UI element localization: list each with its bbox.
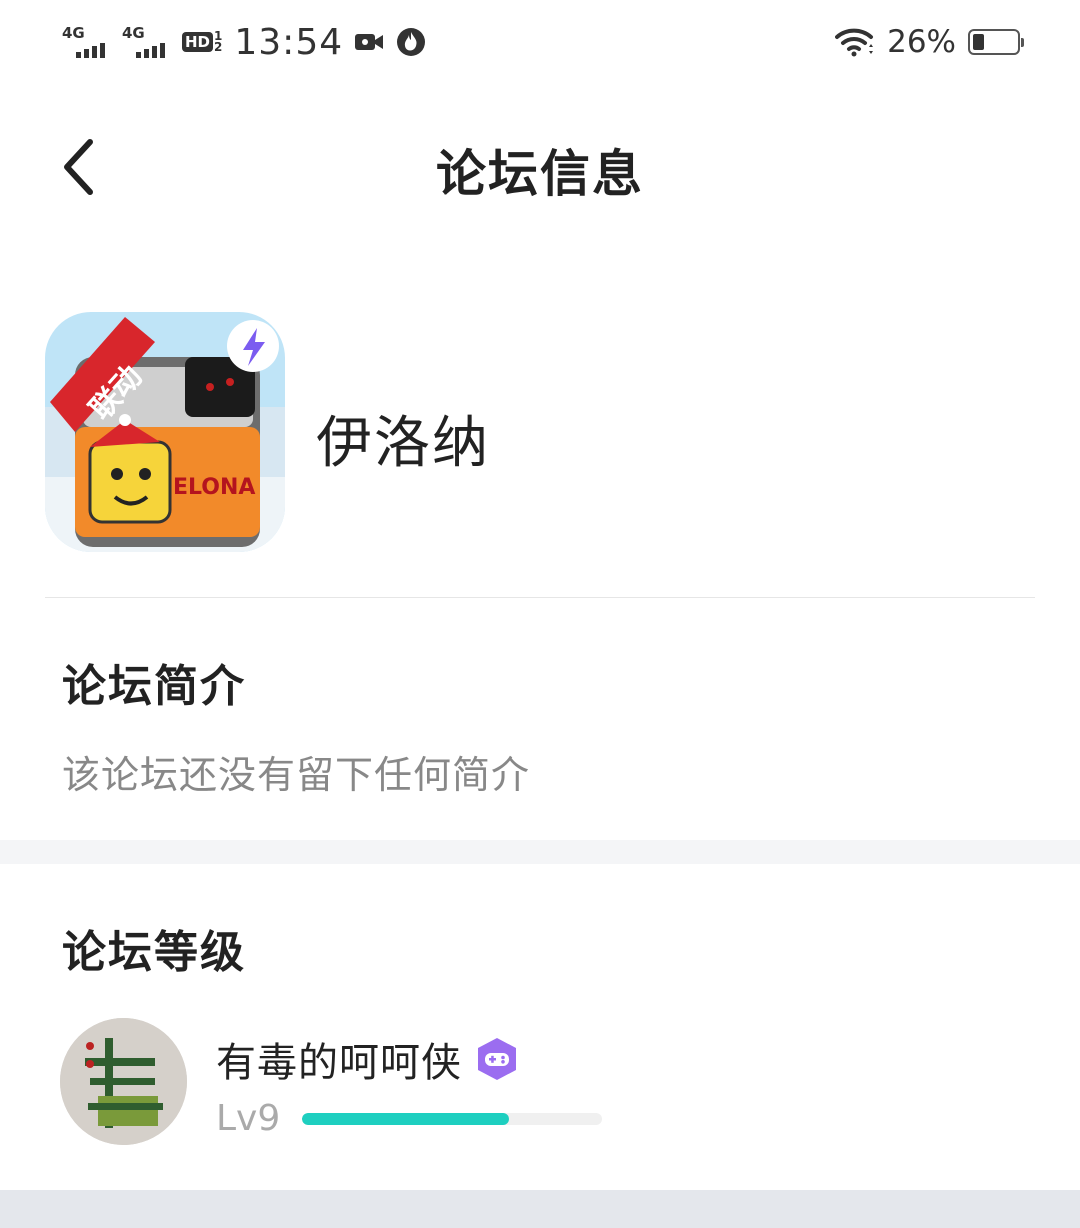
battery-level	[973, 34, 984, 50]
forum-name: 伊洛纳	[316, 411, 490, 476]
forum-icon: ELONA 联动	[45, 312, 285, 552]
avatar[interactable]	[60, 1018, 187, 1145]
status-time: 13:54	[234, 21, 344, 63]
gamepad-badge-icon	[478, 1038, 516, 1080]
hd-fraction: 1 2	[214, 30, 223, 54]
signal-label: 4G	[62, 24, 85, 42]
user-level-row[interactable]: 有毒的呵呵侠 Lv9	[0, 1018, 1080, 1148]
level-section-title: 论坛等级	[62, 927, 246, 978]
bottom-section-separator	[0, 1190, 1080, 1228]
status-right: 26%	[835, 22, 1024, 62]
signal-icon: 4G	[122, 24, 172, 60]
level-line: Lv9	[216, 1098, 603, 1139]
intro-section-title: 论坛简介	[62, 661, 246, 712]
username-line: 有毒的呵呵侠	[216, 1030, 520, 1088]
app-notification-icon	[397, 28, 426, 56]
battery-icon	[968, 29, 1024, 55]
nav-bar: 论坛信息	[0, 100, 1080, 240]
hd-label: HD	[182, 32, 214, 52]
username[interactable]: 有毒的呵呵侠	[216, 1030, 462, 1088]
level-label: Lv9	[216, 1098, 281, 1139]
wifi-icon	[835, 28, 874, 57]
signal-label: 4G	[122, 24, 145, 42]
battery-percent: 26%	[887, 24, 956, 60]
page-title: 论坛信息	[436, 145, 644, 203]
forum-icon-logo-text: ELONA	[173, 475, 255, 500]
intro-text: 该论坛还没有留下任何简介	[62, 753, 531, 797]
video-icon	[355, 34, 384, 50]
level-progress-fill	[302, 1112, 510, 1125]
status-left: 4G 4G HD 1 2 13:54	[62, 18, 427, 66]
hd-voice-icon: HD 1 2	[182, 30, 223, 54]
hd-fraction-bottom: 2	[214, 40, 223, 54]
signal-icon: 4G	[62, 24, 112, 60]
level-progress-bar	[302, 1112, 603, 1125]
status-bar: 4G 4G HD 1 2 13:54 26%	[0, 0, 1080, 86]
section-separator	[0, 840, 1080, 864]
divider	[45, 597, 1035, 598]
forum-header: ELONA 联动 伊洛纳	[0, 300, 1080, 560]
